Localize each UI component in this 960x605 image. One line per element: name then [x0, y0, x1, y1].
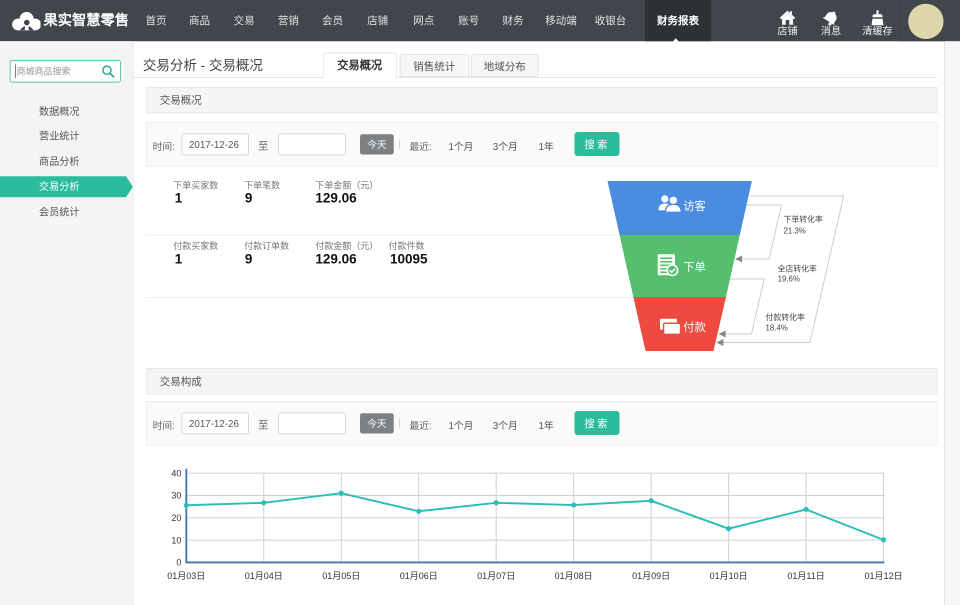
svg-text:01月06日: 01月06日 [400, 571, 438, 581]
svg-text:01月10日: 01月10日 [710, 571, 748, 581]
svg-text:付款转化率: 付款转化率 [766, 312, 805, 322]
svg-text:19,6%: 19,6% [778, 274, 800, 283]
svg-text:01月12日: 01月12日 [865, 571, 903, 581]
svg-text:01月08日: 01月08日 [555, 571, 593, 581]
svg-text:01月04日: 01月04日 [245, 571, 283, 581]
svg-text:20: 20 [171, 513, 181, 523]
svg-text:下单转化率: 下单转化率 [784, 214, 823, 224]
svg-text:01月03日: 01月03日 [167, 571, 205, 581]
svg-text:付款: 付款 [683, 320, 706, 334]
svg-text:10: 10 [171, 535, 181, 545]
svg-text:21.3%: 21.3% [784, 226, 806, 235]
svg-text:访客: 访客 [683, 199, 706, 213]
svg-text:全店转化率: 全店转化率 [778, 264, 817, 274]
svg-text:0: 0 [176, 558, 181, 568]
svg-text:30: 30 [171, 491, 181, 501]
svg-text:01月09日: 01月09日 [632, 571, 670, 581]
svg-text:01月07日: 01月07日 [477, 571, 515, 581]
svg-text:18.4%: 18.4% [766, 324, 788, 333]
svg-text:01月05日: 01月05日 [322, 571, 360, 581]
svg-text:下单: 下单 [683, 261, 706, 274]
svg-text:40: 40 [171, 468, 181, 478]
svg-text:01月11日: 01月11日 [787, 571, 824, 581]
